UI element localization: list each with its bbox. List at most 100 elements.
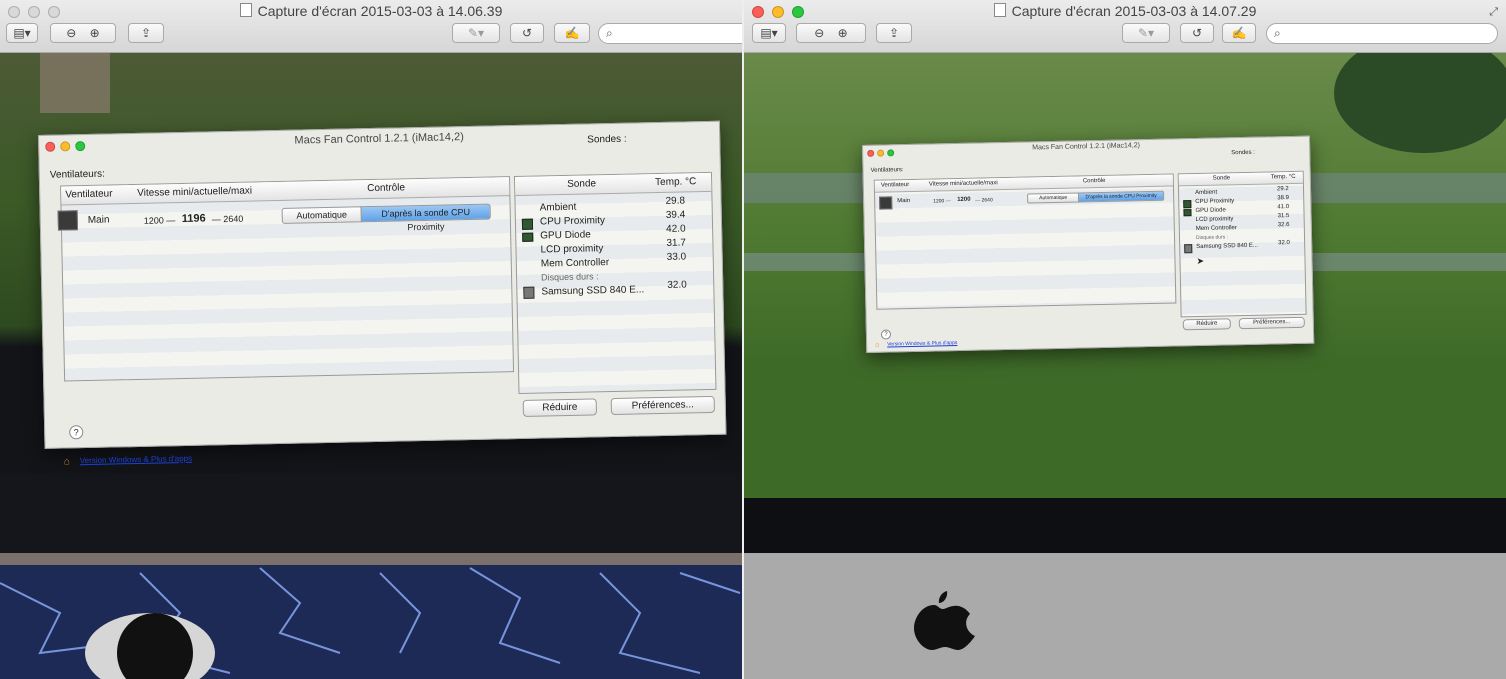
macs-fan-control-window: Macs Fan Control 1.2.1 (iMac14,2) Ventil… — [862, 135, 1315, 353]
column-header-temp[interactable]: Temp. °C — [1271, 174, 1296, 181]
fans-header-row: Ventilateur Vitesse mini/actuelle/maxi C… — [61, 177, 510, 206]
column-header-fan[interactable]: Ventilateur — [881, 182, 909, 189]
probe-temp: 42.0 — [665, 223, 686, 235]
probes-table: Sonde Temp. °C Ambient 29.8 CPU Proximit… — [513, 171, 717, 394]
fan-max-speed: — 2640 — [975, 197, 993, 204]
search-field[interactable]: ⌕ — [1266, 23, 1498, 44]
preferences-button[interactable]: Préférences... — [1238, 316, 1305, 330]
fan-min-speed: 1200 — — [143, 215, 176, 226]
probes-label: Sondes : — [1231, 149, 1255, 157]
probe-temp: 29.8 — [665, 195, 686, 207]
probe-name: CPU Proximity — [1195, 198, 1235, 206]
preferences-button[interactable]: Préférences... — [610, 395, 715, 416]
window-title: Capture d'écran 2015-03-03 à 14.06.39 — [0, 3, 742, 19]
fans-table: Ventilateur Vitesse mini/actuelle/maxi C… — [57, 176, 515, 382]
probe-temp: 38.9 — [1277, 195, 1289, 202]
probe-name: LCD proximity — [540, 243, 604, 256]
zoom-in-icon[interactable]: ⊕ — [838, 26, 848, 40]
disks-label: Disques durs : — [1195, 234, 1229, 242]
titlebar: Capture d'écran 2015-03-03 à 14.07.29 ⤢ … — [744, 0, 1506, 53]
zoom-out-icon[interactable]: ⊖ — [814, 26, 824, 40]
search-icon: ⌕ — [1274, 26, 1281, 40]
column-header-control[interactable]: Contrôle — [367, 182, 405, 194]
control-automatic-button[interactable]: Automatique — [1027, 192, 1080, 204]
pen-icon: ✎▾ — [1137, 26, 1155, 40]
column-header-speed[interactable]: Vitesse mini/actuelle/maxi — [929, 180, 998, 187]
photo: Macs Fan Control 1.2.1 (iMac14,2) Ventil… — [744, 53, 1506, 679]
edit-icon: ✍ — [1231, 26, 1247, 40]
share-button[interactable]: ⇪ — [876, 23, 912, 43]
photo: Macs Fan Control 1.2.1 (iMac14,2) Ventil… — [0, 53, 742, 679]
probe-name: Mem Controller — [1195, 225, 1237, 233]
help-button[interactable]: ? — [69, 425, 84, 440]
column-header-speed[interactable]: Vitesse mini/actuelle/maxi — [137, 186, 252, 199]
control-sensor-button[interactable]: D'après la sonde CPU Proximity — [360, 203, 491, 232]
fan-name: Main — [87, 214, 110, 226]
zoom-out-icon[interactable]: ⊖ — [66, 26, 76, 40]
share-icon: ⇪ — [888, 26, 900, 40]
zoom-buttons: ⊖ ⊕ — [50, 23, 116, 43]
window-title: Capture d'écran 2015-03-03 à 14.07.29 — [744, 3, 1506, 19]
macs-fan-control-window: Macs Fan Control 1.2.1 (iMac14,2) Ventil… — [38, 120, 727, 468]
edit-button[interactable]: ✍ — [1222, 23, 1256, 43]
column-header-temp[interactable]: Temp. °C — [655, 176, 696, 188]
windows-version-link[interactable]: Version Windows & Plus d'apps — [887, 340, 957, 347]
document-icon — [239, 3, 252, 17]
fan-name: Main — [897, 198, 911, 205]
home-icon: ⌂ — [875, 341, 880, 349]
pen-icon: ✎▾ — [467, 26, 485, 40]
column-header-probe[interactable]: Sonde — [567, 178, 596, 190]
probes-header-row: Sonde Temp. °C — [514, 172, 712, 197]
probes-header-row: Sonde Temp. °C — [1178, 171, 1303, 187]
edit-button[interactable]: ✍ — [554, 23, 590, 43]
sidebar-toggle-button[interactable]: ▤▾ — [6, 23, 38, 43]
rotate-button[interactable]: ↺ — [510, 23, 544, 43]
column-header-fan[interactable]: Ventilateur — [65, 188, 112, 200]
probe-name: Ambient — [1195, 189, 1218, 197]
disk-name: Samsung SSD 840 E... — [1196, 242, 1258, 251]
sidebar-toggle-button[interactable]: ▤▾ — [752, 23, 786, 43]
markup-button[interactable]: ✎▾ — [1122, 23, 1170, 43]
probe-temp: 32.6 — [1277, 222, 1290, 229]
fans-header-row: Ventilateur Vitesse mini/actuelle/maxi C… — [874, 174, 1173, 193]
fullscreen-icon[interactable]: ⤢ — [1489, 6, 1498, 19]
search-field[interactable]: ⌕ — [598, 23, 742, 44]
probe-name: GPU Diode — [1195, 207, 1226, 215]
fan-max-speed: — 2640 — [211, 213, 244, 225]
disk-temp: 32.0 — [1278, 240, 1290, 247]
search-icon: ⌕ — [606, 26, 613, 40]
probe-name: CPU Proximity — [539, 215, 606, 228]
share-button[interactable]: ⇪ — [128, 23, 164, 43]
zoom-buttons: ⊖ ⊕ — [796, 23, 866, 43]
cpu-icon — [521, 218, 534, 230]
reduce-button[interactable]: Réduire — [522, 398, 597, 417]
control-sensor-button[interactable]: D'après la sonde CPU Proximity — [1078, 190, 1165, 203]
fans-label: Ventilateurs: — [870, 167, 904, 174]
disk-temp: 32.0 — [667, 279, 687, 291]
disk-name: Samsung SSD 840 E... — [541, 284, 645, 298]
column-header-control[interactable]: Contrôle — [1083, 178, 1106, 184]
markup-button[interactable]: ✎▾ — [452, 23, 500, 43]
rotate-button[interactable]: ↺ — [1180, 23, 1214, 43]
gpu-icon — [522, 232, 534, 242]
home-icon: ⌂ — [63, 456, 71, 468]
zoom-in-icon[interactable]: ⊕ — [90, 26, 100, 40]
control-automatic-button[interactable]: Automatique — [281, 206, 362, 224]
fan-current-speed: 1200 — [957, 196, 971, 204]
probe-name: Mem Controller — [540, 257, 610, 270]
help-button[interactable]: ? — [880, 329, 892, 340]
cpu-icon — [1183, 200, 1192, 209]
column-header-probe[interactable]: Sonde — [1213, 175, 1230, 181]
rotate-icon: ↺ — [1191, 26, 1203, 40]
probe-name: Ambient — [539, 201, 577, 214]
fans-label: Ventilateurs: — [49, 168, 105, 181]
probe-temp: 31.7 — [666, 237, 686, 249]
reduce-button[interactable]: Réduire — [1182, 318, 1231, 331]
mouse-cursor-icon: ➤ — [1196, 255, 1205, 267]
probes-table: Sonde Temp. °C Ambient 29.2 CPU Proximit… — [1177, 170, 1307, 318]
preview-window-left: Capture d'écran 2015-03-03 à 14.06.39 ▤▾… — [0, 0, 742, 679]
preview-window-right: Capture d'écran 2015-03-03 à 14.07.29 ⤢ … — [744, 0, 1506, 679]
probe-temp: 41.0 — [1277, 204, 1290, 211]
disk-icon — [523, 286, 535, 299]
fan-current-speed: 1196 — [181, 212, 206, 226]
